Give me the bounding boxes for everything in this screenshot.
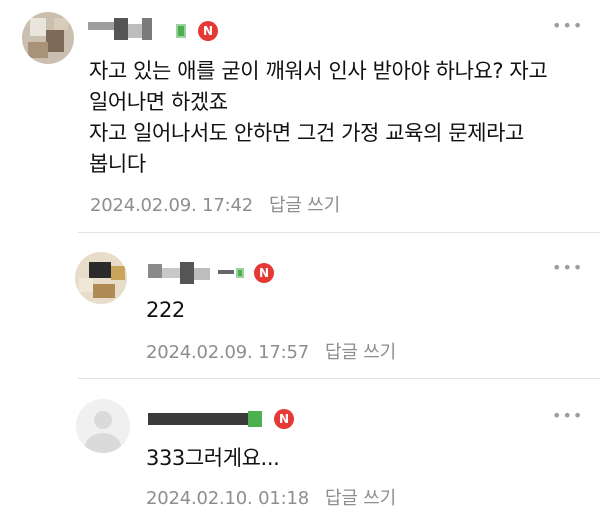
- comment-date: 2024.02.09. 17:42: [90, 195, 253, 216]
- username-redacted[interactable]: [148, 262, 248, 284]
- reply-button[interactable]: 답글 쓰기: [325, 488, 396, 509]
- comment-date: 2024.02.09. 17:57: [146, 342, 309, 363]
- comment-item: N ••• 자고 있는 애를 굳이 깨워서 인사 받아야 하나요? 자고 일어나…: [0, 0, 600, 232]
- comment-date: 2024.02.10. 01:18: [146, 488, 309, 509]
- comment-text: 자고 있는 애를 굳이 깨워서 인사 받아야 하나요? 자고 일어나면 하겠죠 …: [89, 59, 548, 176]
- comment-meta: 2024.02.09. 17:42 답글 쓰기: [90, 191, 340, 217]
- reply-button[interactable]: 답글 쓰기: [269, 195, 340, 216]
- new-badge-icon: N: [274, 409, 294, 429]
- username-redacted[interactable]: [148, 407, 264, 429]
- comment-item: N ••• 222 2024.02.09. 17:57 답글 쓰기: [0, 233, 600, 378]
- comment-meta: 2024.02.09. 17:57 답글 쓰기: [146, 338, 396, 364]
- more-options-icon[interactable]: •••: [552, 408, 583, 424]
- comment-text: 222: [146, 298, 185, 322]
- avatar-placeholder[interactable]: [76, 399, 130, 453]
- comment-text: 333그러게요...: [146, 446, 280, 470]
- more-options-icon[interactable]: •••: [552, 260, 583, 276]
- level-icon: [176, 24, 186, 38]
- avatar[interactable]: [75, 252, 127, 304]
- new-badge-icon: N: [198, 21, 218, 41]
- more-options-icon[interactable]: •••: [552, 18, 583, 34]
- reply-button[interactable]: 답글 쓰기: [325, 342, 396, 363]
- comment-meta: 2024.02.10. 01:18 답글 쓰기: [146, 484, 396, 510]
- username-redacted[interactable]: [88, 18, 158, 40]
- new-badge-icon: N: [254, 263, 274, 283]
- avatar[interactable]: [22, 12, 74, 64]
- level-icon: [236, 268, 244, 278]
- comment-item: N ••• 333그러게요... 2024.02.10. 01:18 답글 쓰기: [0, 379, 600, 526]
